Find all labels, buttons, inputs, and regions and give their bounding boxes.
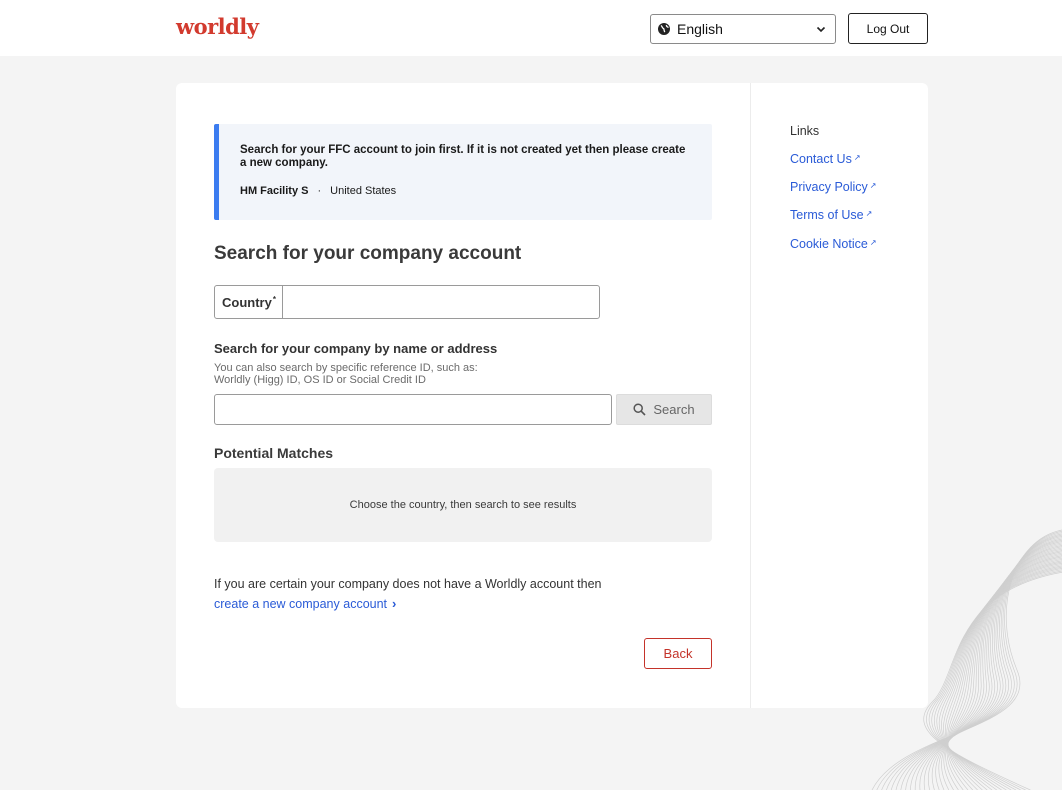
link-contact-us-label: Contact Us [790,152,852,166]
required-mark: * [272,294,276,304]
links-title: Links [790,124,820,138]
country-label: Country * [215,286,283,318]
logout-button[interactable]: Log Out [848,13,928,44]
search-hint-line-1: You can also search by specific referenc… [214,362,478,374]
search-hint-line-2: Worldly (Higg) ID, OS ID or Social Credi… [214,374,426,386]
globe-icon [657,22,671,36]
facility-name: HM Facility S [240,185,309,197]
country-input[interactable] [282,286,599,318]
link-cookie-notice[interactable]: Cookie Notice ↗ [790,237,877,251]
create-company-prompt: If you are certain your company does not… [214,577,602,591]
external-link-icon: ↗ [865,209,873,218]
link-contact-us[interactable]: Contact Us ↗ [790,152,861,166]
link-terms-of-use-label: Terms of Use [790,208,864,222]
notice-meta: HM Facility S · United States [240,185,692,197]
chevron-right-icon: › [392,596,397,611]
country-field[interactable]: Country * [214,285,600,319]
chevron-down-icon [815,23,827,35]
search-heading: Search for your company by name or addre… [214,341,498,356]
company-search-input[interactable] [214,394,612,425]
facility-country: United States [330,185,397,197]
language-select[interactable]: English [650,14,836,44]
search-hint: You can also search by specific referenc… [214,362,478,386]
search-icon [633,403,646,416]
column-divider [750,83,751,708]
potential-matches-heading: Potential Matches [214,445,334,461]
info-notice: Search for your FFC account to join firs… [214,124,712,220]
search-button-label: Search [653,402,695,417]
worldly-logo[interactable]: worldly [176,14,259,39]
link-terms-of-use[interactable]: Terms of Use ↗ [790,208,872,222]
link-privacy-policy[interactable]: Privacy Policy ↗ [790,180,877,194]
external-link-icon: ↗ [853,153,861,162]
main-card: Search for your FFC account to join firs… [176,83,928,708]
link-cookie-notice-label: Cookie Notice [790,237,868,251]
external-link-icon: ↗ [869,181,877,190]
create-company-link-label: create a new company account [214,596,388,611]
top-bar: worldly English Log Out [0,0,1062,56]
meta-separator: · [317,185,322,197]
notice-message: Search for your FFC account to join firs… [240,144,686,169]
create-company-link[interactable]: create a new company account › [214,596,396,611]
page-title: Search for your company account [214,243,522,264]
link-privacy-policy-label: Privacy Policy [790,180,868,194]
language-select-value: English [677,21,723,37]
country-label-text: Country [222,294,272,310]
search-button[interactable]: Search [616,394,712,425]
results-placeholder: Choose the country, then search to see r… [214,468,712,542]
back-button[interactable]: Back [644,638,712,669]
external-link-icon: ↗ [869,238,877,247]
results-placeholder-text: Choose the country, then search to see r… [349,499,577,511]
